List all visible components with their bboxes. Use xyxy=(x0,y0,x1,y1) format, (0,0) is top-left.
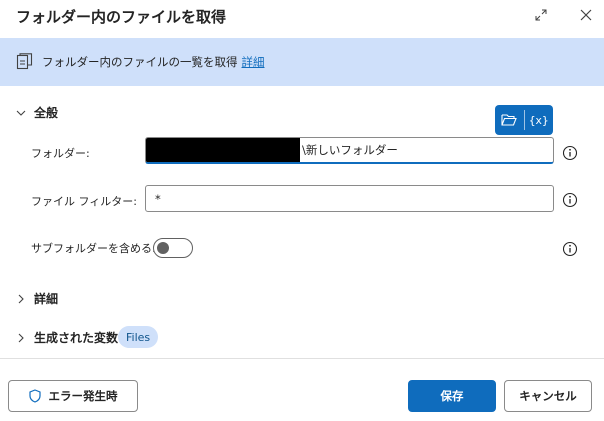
section-generated-variables-header[interactable]: 生成された変数 xyxy=(14,329,118,346)
file-list-icon xyxy=(16,53,33,70)
section-details-header[interactable]: 詳細 xyxy=(14,290,58,307)
include-subfolders-label: サブフォルダーを含める: xyxy=(31,242,156,255)
folder-info-icon[interactable] xyxy=(562,145,578,161)
footer-divider xyxy=(0,358,604,359)
details-link[interactable]: 詳細 xyxy=(242,54,265,70)
chevron-right-icon xyxy=(14,292,28,306)
chevron-right-icon xyxy=(14,331,28,345)
folder-label: フォルダー: xyxy=(31,147,90,160)
input-helper-toolbar: {x} xyxy=(495,105,553,135)
include-subfolders-toggle[interactable] xyxy=(153,238,193,258)
section-generated-variables-label: 生成された変数 xyxy=(34,331,119,345)
redacted-path xyxy=(146,138,300,162)
dialog-title: フォルダー内のファイルを取得 xyxy=(16,8,227,26)
cancel-button-label: キャンセル xyxy=(519,389,577,403)
folder-input[interactable]: \新しいフォルダー xyxy=(145,137,554,164)
action-description-banner: フォルダー内のファイルの一覧を取得 詳細 xyxy=(0,38,604,86)
file-filter-label: ファイル フィルター: xyxy=(31,195,137,208)
section-details-label: 詳細 xyxy=(34,292,59,306)
browse-folder-button[interactable] xyxy=(495,105,524,135)
action-description: フォルダー内のファイルの一覧を取得 xyxy=(42,55,238,69)
cancel-button[interactable]: キャンセル xyxy=(504,380,592,412)
file-filter-info-icon[interactable] xyxy=(562,192,578,208)
expand-button[interactable] xyxy=(530,4,552,26)
on-error-button-label: エラー発生時 xyxy=(48,389,118,403)
generated-variable-badge[interactable]: Files xyxy=(118,326,159,348)
expand-icon xyxy=(535,9,547,21)
close-button[interactable] xyxy=(575,4,597,26)
toggle-knob xyxy=(157,242,169,254)
section-general-label: 全般 xyxy=(34,106,59,120)
folder-input-value: \新しいフォルダー xyxy=(302,143,398,157)
chevron-down-icon xyxy=(14,106,28,120)
include-subfolders-info-icon[interactable] xyxy=(562,241,578,257)
save-button[interactable]: 保存 xyxy=(408,380,496,412)
section-general-header[interactable]: 全般 xyxy=(14,104,58,121)
folder-open-icon xyxy=(501,114,518,126)
file-filter-input-value: * xyxy=(155,191,161,206)
insert-variable-button[interactable]: {x} xyxy=(525,105,554,135)
save-button-label: 保存 xyxy=(440,389,464,403)
file-filter-input[interactable]: * xyxy=(145,185,554,212)
shield-icon xyxy=(28,389,41,403)
close-icon xyxy=(580,9,592,21)
on-error-button[interactable]: エラー発生時 xyxy=(8,380,138,412)
